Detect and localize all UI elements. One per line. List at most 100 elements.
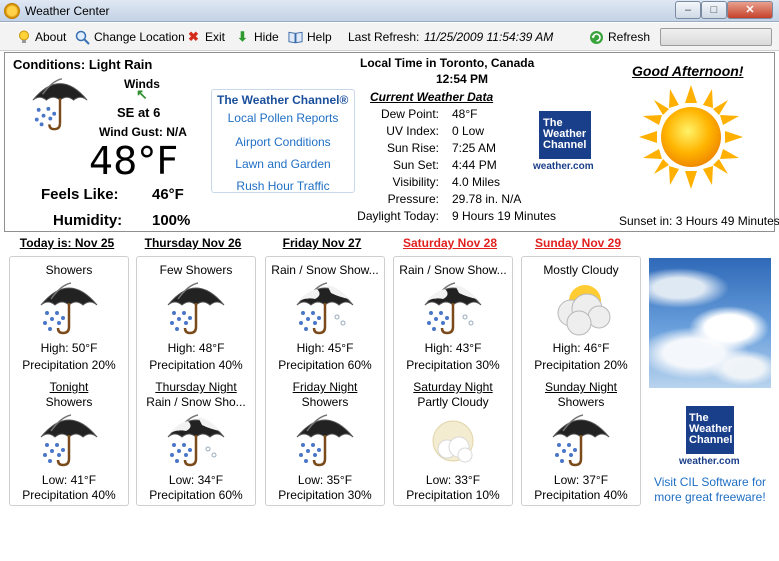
- forecast-card-0: Showers High: 50°F Precipitation 20% Tonigh…: [9, 256, 129, 506]
- rain-icon: [552, 414, 610, 467]
- app-icon: [4, 3, 20, 19]
- logo-bottom-line-3: Channel: [689, 434, 733, 446]
- conditions-text: Conditions: Light Rain: [13, 57, 153, 72]
- wind-gust: Wind Gust: N/A: [99, 125, 187, 139]
- close-button[interactable]: ✕: [727, 1, 773, 19]
- forecast-night-label: Sunday Night: [544, 380, 618, 394]
- cil-link-line-2: more great freeware!: [654, 490, 766, 504]
- greeting: Good Afternoon!: [632, 63, 744, 79]
- cil-link-line-1: Visit CIL Software for: [653, 475, 767, 489]
- maximize-button[interactable]: □: [701, 1, 727, 19]
- forecast-day-condition: Mostly Cloudy: [543, 263, 619, 277]
- change-location-button[interactable]: Change Location: [75, 29, 185, 45]
- local-time-value: 12:54 PM: [436, 72, 489, 86]
- forecast-card-1: Few Showers High: 48°F Precipitation 40% Th…: [136, 256, 256, 506]
- weather-com-link-bottom[interactable]: weather.com: [679, 456, 740, 467]
- winds-value: SE at 6: [117, 105, 161, 120]
- weather-channel-logo-bottom[interactable]: The Weather Channel: [686, 406, 734, 454]
- window-title: Weather Center: [25, 4, 110, 18]
- forecast-night-precip: Precipitation 40%: [534, 488, 628, 502]
- visibility-value: 4.0 Miles: [452, 175, 501, 189]
- rain-icon: [40, 414, 98, 467]
- partly-cloudy-night-icon: [432, 420, 474, 463]
- mostly-cloudy-icon: [557, 285, 611, 336]
- uv-index-label: UV Index:: [386, 124, 439, 138]
- hide-button[interactable]: ⬇ Hide: [235, 29, 279, 45]
- rain-icon: [167, 282, 225, 335]
- daylight-value: 9 Hours 19 Minutes: [452, 209, 557, 223]
- forecast-night-label: Saturday Night: [413, 380, 493, 394]
- forecast-high: High: 43°F: [424, 341, 482, 355]
- local-time-label: Local Time in Toronto, Canada: [360, 56, 535, 70]
- daylight-label: Daylight Today:: [357, 209, 439, 223]
- sky-cloud-photo: [649, 258, 771, 388]
- red-x-icon: ✖: [188, 29, 199, 44]
- forecast-high: High: 45°F: [296, 341, 354, 355]
- humidity-label: Humidity:: [53, 212, 123, 229]
- forecast-night-label: Thursday Night: [155, 380, 237, 394]
- logo-line-3: Channel: [543, 139, 587, 151]
- forecast-high: High: 48°F: [167, 341, 225, 355]
- sunset-value: 4:44 PM: [452, 158, 497, 172]
- forecast-night-condition: Rain / Snow Sho...: [146, 395, 246, 409]
- forecast-night-precip: Precipitation 10%: [406, 488, 500, 502]
- forecast-day-precip: Precipitation 40%: [149, 358, 243, 372]
- twc-box-heading: The Weather Channel®: [217, 93, 349, 107]
- forecast-night-condition: Showers: [45, 395, 93, 409]
- exit-button[interactable]: ✖ Exit: [186, 29, 225, 45]
- forecast-day-condition: Rain / Snow Show...: [271, 263, 379, 277]
- forecast-day-condition: Rain / Snow Show...: [399, 263, 507, 277]
- hide-label: Hide: [254, 30, 279, 44]
- last-refresh-value: 11/25/2009 11:54:39 AM: [424, 30, 554, 44]
- forecast-night-precip: Precipitation 60%: [149, 488, 243, 502]
- rain-snow-icon: [296, 282, 354, 335]
- refresh-icon: [589, 30, 604, 45]
- help-button[interactable]: Help: [288, 29, 332, 45]
- visibility-label: Visibility:: [392, 175, 439, 189]
- minimize-button[interactable]: –: [675, 1, 701, 19]
- help-label: Help: [307, 30, 332, 44]
- wind-direction-arrow-icon: ↖: [136, 86, 148, 102]
- forecast-low: Low: 33°F: [425, 473, 481, 487]
- forecast-day-precip: Precipitation 20%: [534, 358, 628, 372]
- forecast-night-condition: Partly Cloudy: [417, 395, 489, 409]
- forecast-day-condition: Showers: [45, 263, 93, 277]
- current-conditions-panel: Conditions: Light Rain Winds ↖ SE at 6 W…: [4, 52, 779, 232]
- weather-com-link[interactable]: weather.com: [533, 161, 594, 172]
- forecast-day-4-header: Sunday Nov 29: [534, 236, 622, 250]
- refresh-progress-bar: [660, 28, 772, 46]
- rain-icon: [296, 414, 354, 467]
- forecast-card-2: Rain / Snow Show... High: 45°F Precipitati…: [265, 256, 385, 506]
- forecast-card-4: Mostly Cloudy High: 46°F Precipitation 20%…: [521, 256, 641, 506]
- sunrise-label: Sun Rise:: [386, 141, 439, 155]
- lightbulb-icon: [16, 30, 31, 45]
- forecast-card-3: Rain / Snow Show... High: 43°F Precipitati…: [393, 256, 513, 506]
- forecast-low: Low: 41°F: [41, 473, 97, 487]
- pressure-value: 29.78 in. N/A: [452, 192, 522, 206]
- forecast-high: High: 46°F: [552, 341, 610, 355]
- rain-icon: [40, 282, 98, 335]
- refresh-label: Refresh: [608, 30, 651, 44]
- feels-like-value: 46°F: [152, 186, 184, 203]
- toolbar: About Change Location ✖ Exit ⬇ Hide Help…: [0, 23, 779, 51]
- forecast-low: Low: 35°F: [297, 473, 353, 487]
- current-temperature: 48°F: [89, 139, 179, 183]
- forecast-day-precip: Precipitation 60%: [278, 358, 372, 372]
- weather-channel-logo[interactable]: The Weather Channel: [539, 111, 591, 159]
- magnifier-icon: [75, 30, 90, 45]
- about-button[interactable]: About: [16, 29, 66, 45]
- forecast-night-precip: Precipitation 40%: [22, 488, 116, 502]
- exit-label: Exit: [205, 30, 226, 44]
- cil-software-link[interactable]: Visit CIL Software for more great freewa…: [648, 475, 772, 505]
- sunset-countdown: Sunset in: 3 Hours 49 Minutes: [619, 214, 779, 228]
- about-label: About: [35, 30, 67, 44]
- last-refresh-label: Last Refresh:: [348, 30, 420, 44]
- current-data-heading: Current Weather Data: [370, 90, 494, 104]
- rain-snow-icon: [424, 282, 482, 335]
- sun-icon: [639, 85, 743, 189]
- title-bar[interactable]: Weather Center – □ ✕: [0, 0, 779, 22]
- change-location-label: Change Location: [94, 30, 185, 44]
- sunrise-value: 7:25 AM: [452, 141, 497, 155]
- forecast-day-2-header: Friday Nov 27: [282, 236, 362, 250]
- refresh-button[interactable]: Refresh: [589, 29, 650, 45]
